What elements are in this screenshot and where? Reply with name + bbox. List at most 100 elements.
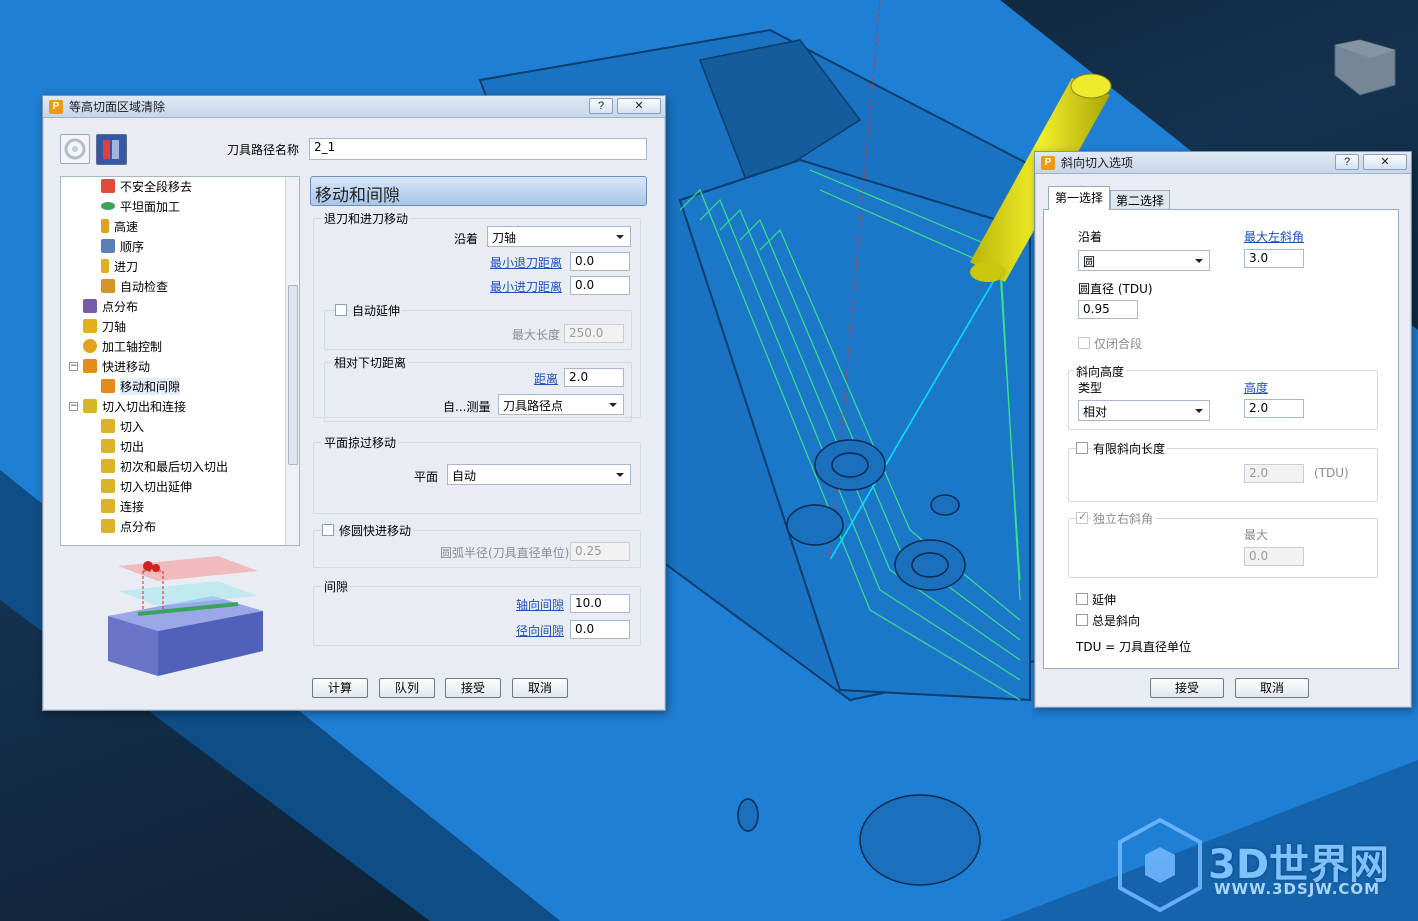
approach-icon xyxy=(101,259,109,273)
plane-label: 平面 xyxy=(414,470,439,484)
type-label: 类型 xyxy=(1078,381,1103,395)
queue-button[interactable]: 队列 xyxy=(379,678,435,698)
axial-clearance-input[interactable]: 10.0 xyxy=(570,594,630,613)
accept-button[interactable]: 接受 xyxy=(1150,678,1224,698)
max-right-angle-input[interactable]: 0.0 xyxy=(1244,547,1304,566)
distance-link[interactable]: 距离 xyxy=(534,370,558,387)
finite-ramp-input[interactable]: 2.0 xyxy=(1244,464,1304,483)
radial-clearance-input[interactable]: 0.0 xyxy=(570,620,630,639)
retract-approach-title: 退刀和进刀移动 xyxy=(322,210,411,227)
help-button[interactable]: ? xyxy=(1335,154,1359,170)
tree-item-point-distribution[interactable]: 点分布 xyxy=(83,297,138,315)
arc-radius-label: 圆弧半径(刀具直径单位) xyxy=(440,546,570,560)
tree-item-links[interactable]: 连接 xyxy=(101,497,144,515)
order-icon xyxy=(101,239,115,253)
high-speed-icon xyxy=(101,219,109,233)
always-ramp-checkbox[interactable] xyxy=(1076,614,1088,626)
tree-item-first-last-leads[interactable]: 初次和最后切入切出 xyxy=(101,457,228,475)
cancel-button[interactable]: 取消 xyxy=(1235,678,1309,698)
strategy-tree: 不安全段移去 平坦面加工 高速 顺序 进刀 自动检查 点分布 刀轴 加工轴控制 … xyxy=(60,176,300,546)
closed-only-checkbox[interactable] xyxy=(1078,337,1090,349)
help-button[interactable]: ? xyxy=(589,98,613,114)
tree-item-flat-machining[interactable]: 平坦面加工 xyxy=(101,197,180,215)
plane-select[interactable]: 自动 xyxy=(447,464,631,485)
tree-scrollbar[interactable] xyxy=(285,177,299,545)
max-left-angle-link[interactable]: 最大左斜角 xyxy=(1244,228,1304,245)
ramp-options-dialog: P 斜向切入选项 ? ✕ 第一选择 第二选择 沿着 最大左斜角 圆 3.0 圆直… xyxy=(1034,151,1412,708)
close-button[interactable]: ✕ xyxy=(617,98,661,114)
independent-right-checkbox[interactable] xyxy=(1076,510,1088,524)
leads-links-icon xyxy=(83,399,97,413)
accept-button[interactable]: 接受 xyxy=(445,678,501,698)
tree-item-approach[interactable]: 进刀 xyxy=(101,257,138,275)
tree-item-unsafe-segment[interactable]: 不安全段移去 xyxy=(101,177,192,195)
point-distribution-icon xyxy=(83,299,97,313)
cancel-button[interactable]: 取消 xyxy=(512,678,568,698)
min-approach-link[interactable]: 最小进刀距离 xyxy=(490,278,562,295)
axial-clearance-link[interactable]: 轴向间隙 xyxy=(516,596,564,613)
calculate-button[interactable]: 计算 xyxy=(312,678,368,698)
unsafe-segment-icon xyxy=(101,179,115,193)
links-icon xyxy=(101,499,115,513)
tree-item-link-point-distribution[interactable]: 点分布 xyxy=(101,517,156,535)
radial-clearance-link[interactable]: 径向间隙 xyxy=(516,622,564,639)
lead-in-icon xyxy=(101,419,115,433)
collapse-icon[interactable]: − xyxy=(69,362,78,371)
ramp-height-input[interactable]: 2.0 xyxy=(1244,399,1304,418)
auto-extend-label: 自动延伸 xyxy=(350,302,403,319)
plane-skim-title: 平面掠过移动 xyxy=(322,434,399,451)
dialog-titlebar[interactable]: P 斜向切入选项 ? ✕ xyxy=(1035,152,1411,174)
tree-item-axis-control[interactable]: 加工轴控制 xyxy=(83,337,162,355)
tab-second-choice[interactable]: 第二选择 xyxy=(1110,190,1170,210)
circle-diameter-label: 圆直径 (TDU) xyxy=(1078,282,1153,296)
distance-input[interactable]: 2.0 xyxy=(564,368,624,387)
collapse-icon[interactable]: − xyxy=(69,402,78,411)
toolpath-name-input[interactable]: 2_1 xyxy=(309,138,647,160)
along-select[interactable]: 刀轴 xyxy=(487,226,631,247)
dialog-titlebar[interactable]: P 等高切面区域清除 ? ✕ xyxy=(43,96,665,118)
tree-item-lead-extension[interactable]: 切入切出延伸 xyxy=(101,477,192,495)
tree-item-auto-check[interactable]: 自动检查 xyxy=(101,277,168,295)
finite-ramp-checkbox[interactable] xyxy=(1076,442,1088,454)
close-button[interactable]: ✕ xyxy=(1363,154,1407,170)
tree-scrollbar-thumb[interactable] xyxy=(288,285,298,465)
min-approach-input[interactable]: 0.0 xyxy=(570,276,630,295)
along-label: 沿着 xyxy=(1078,230,1103,244)
closed-only-label: 仅闭合段 xyxy=(1094,337,1143,351)
tree-item-lead-in[interactable]: 切入 xyxy=(101,417,144,435)
arc-radius-input[interactable]: 0.25 xyxy=(570,542,630,561)
tree-item-moves-and-gaps[interactable]: 移动和间隙 xyxy=(101,377,181,395)
tree-item-high-speed[interactable]: 高速 xyxy=(101,217,138,235)
min-retract-link[interactable]: 最小退刀距离 xyxy=(490,254,562,271)
strategy-icon[interactable] xyxy=(60,134,90,164)
extend-checkbox[interactable] xyxy=(1076,593,1088,605)
options-panel: 退刀和进刀移动 沿着 刀轴 最小退刀距离 0.0 最小进刀距离 0.0 自动延伸… xyxy=(310,208,647,668)
chevron-down-icon xyxy=(616,473,624,477)
area-clearance-dialog: P 等高切面区域清除 ? ✕ 刀具路径名称 2_1 不安全段移去 平坦面加工 高… xyxy=(42,95,666,711)
tree-item-leads-and-links[interactable]: 切入切出和连接 xyxy=(83,397,186,415)
min-retract-input[interactable]: 0.0 xyxy=(570,252,630,271)
auto-extend-checkbox[interactable] xyxy=(335,304,347,316)
measure-select[interactable]: 刀具路径点 xyxy=(498,394,624,415)
lead-extension-icon xyxy=(101,479,115,493)
tree-item-lead-out[interactable]: 切出 xyxy=(101,437,144,455)
rapid-move-icon xyxy=(83,359,97,373)
tab-first-choice[interactable]: 第一选择 xyxy=(1048,186,1110,210)
round-rapid-checkbox[interactable] xyxy=(322,524,334,536)
ramp-along-select[interactable]: 圆 xyxy=(1078,250,1210,271)
circle-diameter-input[interactable]: 0.95 xyxy=(1078,300,1138,319)
tree-item-tool-axis[interactable]: 刀轴 xyxy=(83,317,126,335)
height-link[interactable]: 高度 xyxy=(1244,379,1268,396)
independent-right-label: 独立右斜角 xyxy=(1091,510,1156,527)
toolpath-preview-icon[interactable] xyxy=(96,134,127,165)
max-length-input[interactable]: 250.0 xyxy=(564,324,624,343)
max-label: 最大 xyxy=(1244,528,1269,542)
ramp-type-select[interactable]: 相对 xyxy=(1078,400,1210,421)
max-left-angle-input[interactable]: 3.0 xyxy=(1244,249,1304,268)
tree-item-order[interactable]: 顺序 xyxy=(101,237,144,255)
watermark-url: WWW.3DSJW.COM xyxy=(1214,880,1381,898)
max-length-label: 最大长度 xyxy=(512,328,561,342)
tree-item-rapid-move[interactable]: 快进移动 xyxy=(83,357,150,375)
axis-control-icon xyxy=(83,339,97,353)
independent-right-group xyxy=(1068,518,1378,578)
